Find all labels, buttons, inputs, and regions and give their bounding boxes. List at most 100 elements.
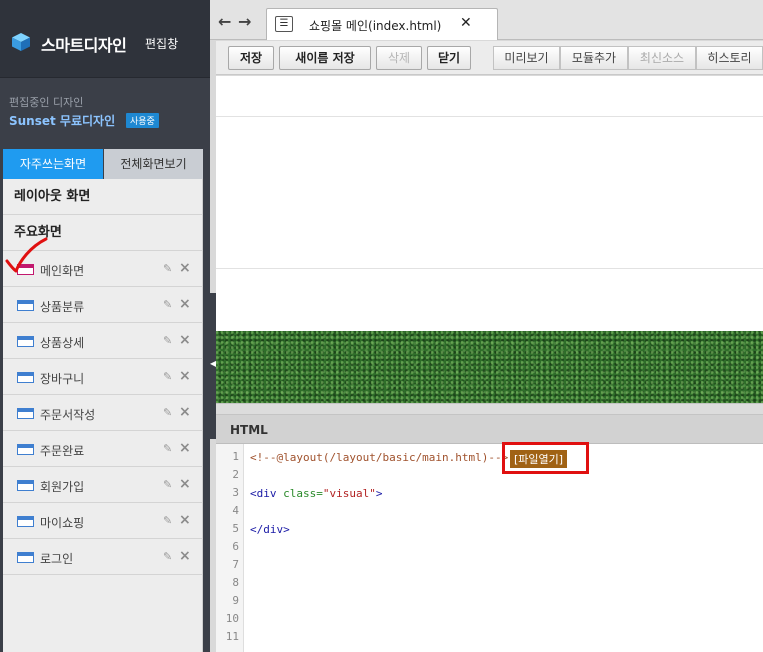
page-icon xyxy=(17,480,34,491)
app-title: 스마트디자인 xyxy=(41,36,127,55)
line-number: 2 xyxy=(232,468,239,481)
panel-splitter[interactable] xyxy=(216,403,763,415)
page-item-my-shopping[interactable]: 마이쇼핑 ✎ × xyxy=(3,503,202,539)
pencil-icon[interactable]: ✎ xyxy=(163,334,172,347)
line-number: 10 xyxy=(225,612,239,625)
list-icon[interactable]: ☰ xyxy=(275,16,293,32)
line-number: 9 xyxy=(232,594,239,607)
page-item-login[interactable]: 로그인 ✎ × xyxy=(3,539,202,575)
line-number: 5 xyxy=(232,522,239,535)
page-item-category[interactable]: 상품분류 ✎ × xyxy=(3,287,202,323)
html-panel-title: HTML xyxy=(230,423,268,437)
tab-all-pages[interactable]: 전체화면보기 xyxy=(104,149,203,179)
code-attr: class= xyxy=(283,487,323,500)
page-icon xyxy=(17,336,34,347)
sidebar-tabs: 자주쓰는화면 전체화면보기 xyxy=(3,149,203,179)
close-icon[interactable]: × xyxy=(179,440,191,456)
page-item-signup[interactable]: 회원가입 ✎ × xyxy=(3,467,202,503)
line-number-gutter: 1 2 3 4 5 6 7 8 9 10 11 xyxy=(216,444,244,652)
page-icon xyxy=(17,552,34,563)
code-string: "visual" xyxy=(322,487,376,500)
back-arrow-icon[interactable]: ← xyxy=(218,12,231,31)
pencil-icon[interactable]: ✎ xyxy=(163,478,172,491)
page-icon xyxy=(17,444,34,455)
page-item-label: 주문완료 xyxy=(40,444,85,458)
app-subtitle: 편집창 xyxy=(145,37,179,51)
html-panel-header: HTML xyxy=(216,415,763,444)
line-number: 8 xyxy=(232,576,239,589)
divider xyxy=(216,268,763,269)
pencil-icon[interactable]: ✎ xyxy=(163,406,172,419)
editor-toolbar: 저장 새이름 저장 삭제 닫기 미리보기 모듈추가 최신소스 히스토리 xyxy=(216,41,763,75)
page-item-label: 장바구니 xyxy=(40,372,85,386)
code-line-div-open: <div class="visual"> xyxy=(250,487,382,500)
pencil-icon[interactable]: ✎ xyxy=(163,442,172,455)
page-item-label: 주문서작성 xyxy=(40,408,96,422)
add-module-button[interactable]: 모듈추가 xyxy=(560,46,628,70)
pencil-icon[interactable]: ✎ xyxy=(163,550,172,563)
html-code-editor[interactable]: 1 2 3 4 5 6 7 8 9 10 11 <!--@layout(/lay… xyxy=(216,442,763,652)
close-button[interactable]: 닫기 xyxy=(427,46,471,70)
history-button[interactable]: 히스토리 xyxy=(696,46,763,70)
close-icon[interactable]: × xyxy=(179,332,191,348)
code-tag: <div xyxy=(250,487,277,500)
file-tab-title: 쇼핑몰 메인(index.html) xyxy=(309,19,442,33)
page-icon xyxy=(17,516,34,527)
close-icon[interactable]: × xyxy=(179,368,191,384)
line-number: 3 xyxy=(232,486,239,499)
close-icon[interactable]: × xyxy=(179,512,191,528)
forward-arrow-icon[interactable]: → xyxy=(238,12,251,31)
page-item-label: 상품상세 xyxy=(40,336,85,350)
close-icon[interactable]: × xyxy=(179,476,191,492)
highlight-annotation-box xyxy=(502,442,589,474)
close-icon[interactable]: × xyxy=(179,548,191,564)
page-item-label: 로그인 xyxy=(40,552,74,566)
pencil-icon[interactable]: ✎ xyxy=(163,514,172,527)
pencil-icon[interactable]: ✎ xyxy=(163,298,172,311)
close-icon[interactable]: × xyxy=(179,404,191,420)
page-icon xyxy=(17,372,34,383)
page-item-order-complete[interactable]: 주문완료 ✎ × xyxy=(3,431,202,467)
line-number: 1 xyxy=(232,450,239,463)
save-button[interactable]: 저장 xyxy=(228,46,274,70)
line-number: 11 xyxy=(225,630,239,643)
code-tag: > xyxy=(375,487,383,500)
line-number: 4 xyxy=(232,504,239,517)
design-name[interactable]: Sunset 무료디자인 xyxy=(9,112,115,129)
pencil-icon[interactable]: ✎ xyxy=(163,262,172,275)
visual-banner-image xyxy=(216,331,763,403)
editing-design-label: 편집중인 디자인 xyxy=(9,96,84,109)
close-icon[interactable]: ✕ xyxy=(460,15,472,31)
save-as-button[interactable]: 새이름 저장 xyxy=(279,46,371,70)
pencil-icon[interactable]: ✎ xyxy=(163,370,172,383)
page-icon xyxy=(17,408,34,419)
page-item-product-detail[interactable]: 상품상세 ✎ × xyxy=(3,323,202,359)
sidebar-collapse-handle[interactable]: ◀ xyxy=(209,293,216,439)
page-item-order-form[interactable]: 주문서작성 ✎ × xyxy=(3,395,202,431)
page-icon xyxy=(17,300,34,311)
close-icon[interactable]: × xyxy=(179,296,191,312)
code-comment-layout: <!--@layout(/layout/basic/main.html)--> xyxy=(250,451,509,464)
code-line-div-close: </div> xyxy=(250,523,290,536)
tab-frequent-pages[interactable]: 자주쓰는화면 xyxy=(3,149,103,179)
preview-button[interactable]: 미리보기 xyxy=(493,46,560,70)
section-layout-pages[interactable]: 레이아웃 화면 xyxy=(3,179,202,215)
page-item-label: 상품분류 xyxy=(40,300,85,314)
latest-source-button[interactable]: 최신소스 xyxy=(628,46,696,70)
cube-logo-icon xyxy=(12,33,30,51)
close-icon[interactable]: × xyxy=(179,260,191,276)
line-number: 7 xyxy=(232,558,239,571)
page-item-cart[interactable]: 장바구니 ✎ × xyxy=(3,359,202,395)
editor-tab-bar: ← → ☰ 쇼핑몰 메인(index.html) ✕ xyxy=(210,0,763,40)
divider xyxy=(216,116,763,117)
design-preview xyxy=(216,76,763,403)
page-item-label: 회원가입 xyxy=(40,480,85,494)
status-badge: 사용중 xyxy=(126,113,159,128)
file-tab[interactable]: ☰ 쇼핑몰 메인(index.html) ✕ xyxy=(266,8,498,40)
sidebar: 스마트디자인 편집창 편집중인 디자인 Sunset 무료디자인 사용중 자주쓰… xyxy=(0,0,210,652)
line-number: 6 xyxy=(232,540,239,553)
page-item-label: 마이쇼핑 xyxy=(40,516,85,530)
red-checkmark-annotation xyxy=(5,237,48,273)
brand-header: 스마트디자인 편집창 xyxy=(0,0,210,78)
delete-button[interactable]: 삭제 xyxy=(376,46,422,70)
